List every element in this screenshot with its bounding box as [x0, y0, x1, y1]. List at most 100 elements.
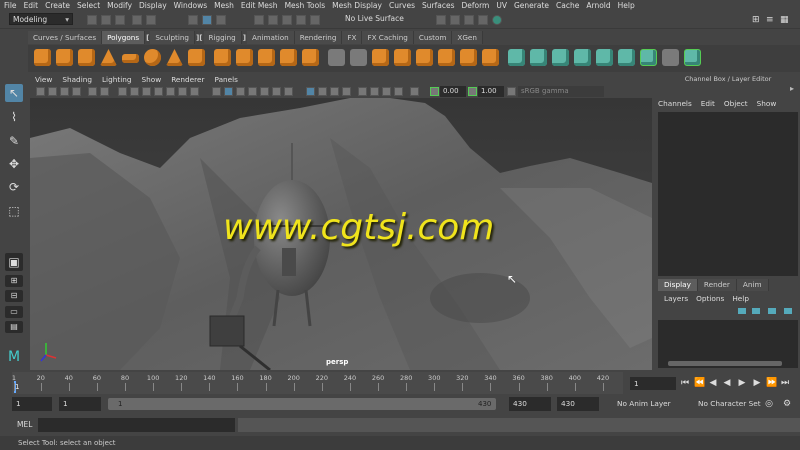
hypershade-icon[interactable] — [492, 15, 502, 25]
backface-culling-icon[interactable] — [410, 87, 419, 96]
motion-blur-icon[interactable] — [318, 87, 327, 96]
shelf-tab-animation[interactable]: Animation — [247, 31, 295, 44]
extrude-icon[interactable] — [438, 49, 455, 66]
xray-joints-icon[interactable] — [394, 87, 403, 96]
extract-icon[interactable] — [258, 49, 275, 66]
menu-mesh-tools[interactable]: Mesh Tools — [285, 1, 326, 10]
anti-aliasing-icon[interactable] — [330, 87, 339, 96]
multi-cut-icon[interactable] — [350, 49, 367, 66]
resolution-gate-icon[interactable] — [142, 87, 151, 96]
isolate-select-icon[interactable] — [358, 87, 367, 96]
menu-select[interactable]: Select — [77, 1, 100, 10]
viewport-menu-shading[interactable]: Shading — [62, 75, 92, 84]
play-forward-icon[interactable]: ▶ — [737, 377, 747, 389]
spherical-uv-icon[interactable] — [552, 49, 569, 66]
viewport-menu-renderer[interactable]: Renderer — [171, 75, 204, 84]
move-tool-icon[interactable]: ✥ — [5, 155, 23, 173]
target-weld-icon[interactable] — [372, 49, 389, 66]
menu-deform[interactable]: Deform — [461, 1, 489, 10]
boolean-icon[interactable] — [280, 49, 297, 66]
render-view-icon[interactable] — [436, 15, 446, 25]
menu-set-dropdown[interactable]: Modeling — [9, 13, 73, 25]
shelf-tab-rendering[interactable]: Rendering — [294, 31, 343, 44]
gamma-field[interactable]: 1.00 — [478, 86, 504, 97]
menu-create[interactable]: Create — [45, 1, 70, 10]
2d-pan-zoom-icon[interactable] — [88, 87, 97, 96]
layer-scrollbar[interactable] — [668, 361, 782, 366]
channel-box-options-icon[interactable]: ▸ — [790, 84, 794, 93]
workspace-icon[interactable]: ⊞ — [752, 15, 762, 25]
render-frame-icon[interactable] — [450, 15, 460, 25]
step-forward-key-icon[interactable]: ⏩ — [766, 377, 777, 389]
snap-curve-icon[interactable] — [268, 15, 278, 25]
snap-view-plane-icon[interactable] — [296, 15, 306, 25]
film-gate-icon[interactable] — [130, 87, 139, 96]
separate-icon[interactable] — [236, 49, 253, 66]
menu-windows[interactable]: Windows — [174, 1, 207, 10]
step-forward-frame-icon[interactable]: ▶︎ — [752, 377, 762, 389]
viewport-menu-lighting[interactable]: Lighting — [102, 75, 132, 84]
animation-end-field[interactable]: 430 — [557, 397, 599, 411]
wireframe-icon[interactable] — [212, 87, 221, 96]
camera-select-icon[interactable] — [36, 87, 45, 96]
step-back-key-icon[interactable]: ⏪ — [694, 377, 705, 389]
fill-hole-icon[interactable] — [482, 49, 499, 66]
xray-active-icon[interactable] — [382, 87, 391, 96]
grease-pencil-icon[interactable] — [100, 87, 109, 96]
gate-mask-icon[interactable] — [154, 87, 163, 96]
smooth-icon[interactable] — [302, 49, 319, 66]
uv-layout-icon[interactable] — [684, 49, 701, 66]
scale-tool-icon[interactable]: ⬚ — [5, 202, 23, 220]
planar-uv-icon[interactable] — [508, 49, 525, 66]
select-by-hierarchy-icon[interactable] — [188, 15, 198, 25]
menu-edit-mesh[interactable]: Edit Mesh — [241, 1, 278, 10]
range-slider[interactable] — [108, 398, 496, 410]
sew-uv-icon[interactable] — [640, 49, 657, 66]
shelf-tab-xgen[interactable]: XGen — [452, 31, 483, 44]
layer-tab-render[interactable]: Render — [697, 279, 737, 291]
cb-menu-channels[interactable]: Channels — [658, 99, 692, 108]
step-back-frame-icon[interactable]: ◀︎ — [708, 377, 718, 389]
redo-icon[interactable] — [146, 15, 156, 25]
animation-start-field[interactable]: 1 — [12, 397, 52, 411]
poly-torus-icon[interactable] — [144, 49, 161, 66]
viewport-menu-view[interactable]: View — [35, 75, 52, 84]
exposure-icon[interactable] — [430, 87, 439, 96]
wireframe-on-shaded-icon[interactable] — [248, 87, 257, 96]
smooth-shade-icon[interactable] — [224, 87, 233, 96]
shelf-tab-curves-surfaces[interactable]: Curves / Surfaces — [28, 31, 103, 44]
poly-plane-icon[interactable] — [122, 54, 139, 63]
new-scene-icon[interactable] — [87, 15, 97, 25]
poly-sphere-icon[interactable] — [34, 49, 51, 66]
shelf-tab-custom[interactable]: Custom — [413, 31, 453, 44]
go-to-start-icon[interactable]: ⏮ — [680, 377, 690, 389]
bookmark-icon[interactable] — [60, 87, 69, 96]
select-by-component-icon[interactable] — [216, 15, 226, 25]
attribute-editor-icon[interactable]: ▦ — [780, 15, 790, 25]
poly-platonic-icon[interactable] — [188, 49, 205, 66]
command-input[interactable] — [38, 418, 235, 432]
shelf-tab-fx-caching[interactable]: FX Caching — [362, 31, 414, 44]
camera-attributes-icon[interactable] — [48, 87, 57, 96]
single-perspective-layout-icon[interactable]: ▣ — [5, 253, 23, 271]
xray-icon[interactable] — [370, 87, 379, 96]
exposure-field[interactable]: 0.00 — [440, 86, 466, 97]
image-plane-icon[interactable] — [72, 87, 81, 96]
layer-menu-options[interactable]: Options — [696, 294, 724, 303]
menu-uv[interactable]: UV — [496, 1, 507, 10]
menu-file[interactable]: File — [4, 1, 17, 10]
layer-menu-layers[interactable]: Layers — [664, 294, 688, 303]
select-tool-icon[interactable]: ↖ — [5, 84, 23, 102]
menu-surfaces[interactable]: Surfaces — [422, 1, 454, 10]
new-layer-selected-icon[interactable] — [784, 308, 792, 314]
color-management-icon[interactable] — [507, 87, 516, 96]
connect-icon[interactable] — [394, 49, 411, 66]
menu-cache[interactable]: Cache — [556, 1, 579, 10]
checker-icon[interactable] — [662, 49, 679, 66]
persp-graph-layout-icon[interactable]: ▤ — [5, 321, 23, 333]
persp-outliner-layout-icon[interactable]: ▭ — [5, 306, 23, 318]
shelf-tab-fx[interactable]: FX — [342, 31, 363, 44]
open-scene-icon[interactable] — [101, 15, 111, 25]
rotate-tool-icon[interactable]: ⟳ — [5, 178, 23, 196]
depth-of-field-icon[interactable] — [342, 87, 351, 96]
